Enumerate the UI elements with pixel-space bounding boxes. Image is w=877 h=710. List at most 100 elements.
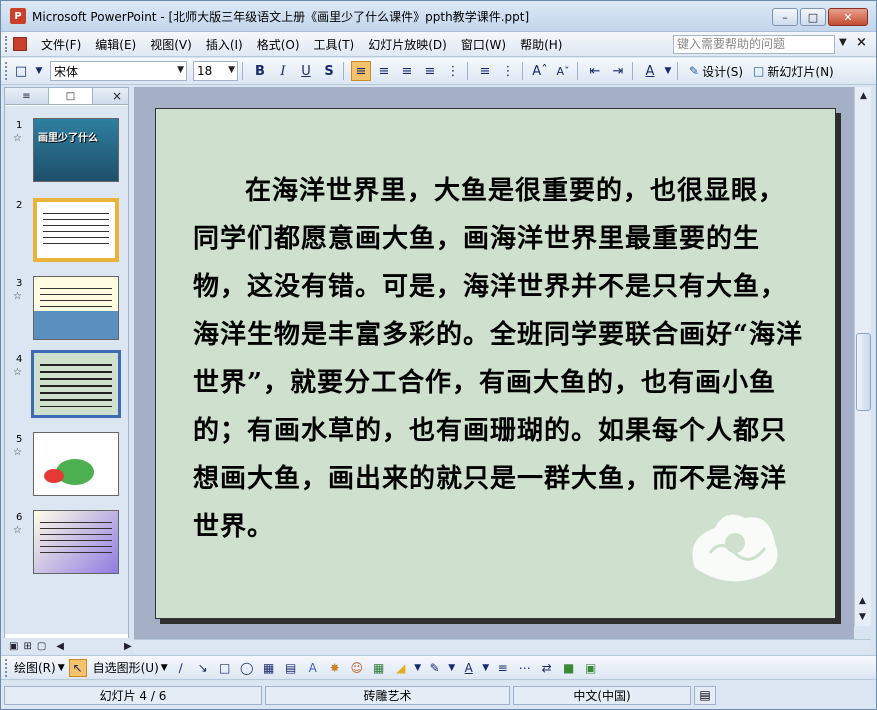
- toolbar-separator: [242, 62, 243, 80]
- document-icon[interactable]: [13, 37, 27, 51]
- menu-window[interactable]: 窗口(W): [461, 36, 506, 53]
- menu-help[interactable]: 帮助(H): [520, 36, 562, 53]
- preview-text-lines: [43, 208, 109, 244]
- rectangle-icon[interactable]: □: [216, 659, 234, 677]
- powerpoint-app-icon[interactable]: P: [10, 8, 26, 24]
- menu-view[interactable]: 视图(V): [150, 36, 192, 53]
- help-search-input[interactable]: 键入需要帮助的问题: [673, 35, 835, 54]
- slide-thumbnail-6[interactable]: 6 ☆: [5, 506, 128, 576]
- draw-menu-button[interactable]: 绘图(R) ▼: [14, 659, 65, 676]
- font-size-select[interactable]: 18 ▼: [193, 61, 238, 81]
- transition-star-icon: ☆: [13, 447, 22, 458]
- toolbar-grip[interactable]: [5, 658, 8, 677]
- align-right-icon[interactable]: ≡: [397, 61, 417, 81]
- tab-slides[interactable]: □: [49, 88, 93, 104]
- justify-icon[interactable]: ≡: [420, 61, 440, 81]
- font-name-select[interactable]: 宋体 ▼: [50, 61, 187, 81]
- transition-star-icon: ☆: [13, 525, 22, 536]
- scroll-right-icon[interactable]: ▶: [124, 641, 132, 652]
- draw-label: 绘图(R): [14, 661, 56, 675]
- menu-format[interactable]: 格式(O): [257, 36, 300, 53]
- line-color-dropdown-icon[interactable]: ▼: [448, 659, 456, 677]
- font-color-dropdown-icon[interactable]: ▼: [663, 61, 673, 81]
- spelling-status-icon[interactable]: ▤: [694, 685, 716, 705]
- decrease-indent-icon[interactable]: ⇤: [585, 61, 605, 81]
- slide-thumbnail-2[interactable]: 2: [5, 194, 128, 264]
- menu-edit[interactable]: 编辑(E): [95, 36, 136, 53]
- close-button[interactable]: ✕: [828, 8, 868, 26]
- bullets-icon[interactable]: ⋮: [498, 61, 518, 81]
- menu-grip[interactable]: [5, 36, 9, 52]
- normal-view-icon[interactable]: ▣: [9, 641, 18, 652]
- select-objects-icon[interactable]: ↖: [68, 658, 87, 677]
- font-color-icon[interactable]: A: [460, 659, 478, 677]
- help-dropdown-icon[interactable]: ▼: [839, 37, 847, 48]
- increase-font-icon[interactable]: Aˆ: [530, 61, 550, 81]
- shadow-button[interactable]: S: [319, 61, 339, 81]
- line-color-icon[interactable]: ✎: [426, 659, 444, 677]
- panel-close-icon[interactable]: ×: [112, 89, 122, 103]
- distributed-icon[interactable]: ⋮: [443, 61, 463, 81]
- status-language: 中文(中国): [513, 685, 691, 705]
- wordart-icon[interactable]: A: [304, 659, 322, 677]
- align-left-icon[interactable]: ≡: [351, 61, 371, 81]
- underline-button[interactable]: U: [296, 61, 316, 81]
- menu-tools[interactable]: 工具(T): [314, 36, 355, 53]
- current-slide[interactable]: 在海洋世界里，大鱼是很重要的，也很显眼，同学们都愿意画大鱼，画海洋世界里最重要的…: [155, 108, 836, 619]
- autoshapes-button[interactable]: 自选图形(U) ▼: [93, 659, 168, 676]
- arrow-icon[interactable]: ↘: [194, 659, 212, 677]
- 3d-style-icon[interactable]: ▣: [582, 659, 600, 677]
- slide-sorter-icon[interactable]: ⊞: [23, 641, 31, 652]
- slide-thumbnail-1[interactable]: 1 ☆ 画里少了什么: [5, 114, 128, 184]
- menu-insert[interactable]: 插入(I): [206, 36, 243, 53]
- vertical-textbox-icon[interactable]: ▤: [282, 659, 300, 677]
- menu-file[interactable]: 文件(F): [41, 36, 81, 53]
- notes-pane[interactable]: [134, 639, 871, 654]
- close-document-icon[interactable]: ×: [856, 35, 867, 50]
- font-size-value: 18: [197, 64, 213, 78]
- design-button[interactable]: ✎ 设计(S): [686, 61, 746, 81]
- shadow-style-icon[interactable]: ■: [560, 659, 578, 677]
- align-center-icon[interactable]: ≡: [374, 61, 394, 81]
- increase-indent-icon[interactable]: ⇥: [608, 61, 628, 81]
- diagram-icon[interactable]: ✸: [326, 659, 344, 677]
- scrollbar-thumb[interactable]: [856, 333, 871, 411]
- minimize-button[interactable]: –: [772, 8, 798, 26]
- menu-slideshow[interactable]: 幻灯片放映(D): [368, 36, 447, 53]
- toolbar-grip[interactable]: [5, 62, 8, 80]
- slide-thumbnail-5[interactable]: 5 ☆: [5, 428, 128, 498]
- tab-outline[interactable]: ≡: [5, 88, 49, 104]
- italic-button[interactable]: I: [273, 61, 293, 81]
- font-color-dropdown-icon[interactable]: ▼: [482, 659, 490, 677]
- slide-thumbnail-4[interactable]: 4 ☆: [5, 348, 128, 418]
- next-slide-icon[interactable]: ▼: [859, 612, 866, 622]
- picture-icon[interactable]: ▦: [370, 659, 388, 677]
- slide-body-text[interactable]: 在海洋世界里，大鱼是很重要的，也很显眼，同学们都愿意画大鱼，画海洋世界里最重要的…: [193, 167, 803, 551]
- slide-thumbnail-3[interactable]: 3 ☆: [5, 272, 128, 342]
- fill-color-dropdown-icon[interactable]: ▼: [414, 659, 422, 677]
- line-icon[interactable]: ∕: [172, 659, 190, 677]
- vertical-scrollbar[interactable]: ▲: [854, 87, 871, 626]
- clipart-icon[interactable]: ☺: [348, 659, 366, 677]
- transition-star-icon: ☆: [13, 367, 22, 378]
- slide-editing-area: 在海洋世界里，大鱼是很重要的，也很显眼，同学们都愿意画大鱼，画海洋世界里最重要的…: [134, 87, 854, 639]
- fill-color-icon[interactable]: ◢: [392, 659, 410, 677]
- slideshow-view-icon[interactable]: ▢: [37, 641, 46, 652]
- toolbar-options-icon[interactable]: ▼: [34, 61, 44, 81]
- line-style-icon[interactable]: ≡: [494, 659, 512, 677]
- slide-thumbnail-panel: ≡ □ × 1 ☆ 画里少了什么 2 3 ☆ 4 ☆ 5 ☆ 6 ☆: [4, 87, 129, 654]
- arrow-style-icon[interactable]: ⇄: [538, 659, 556, 677]
- new-slide-button[interactable]: □ 新幻灯片(N): [750, 61, 837, 81]
- dash-style-icon[interactable]: ⋯: [516, 659, 534, 677]
- new-document-icon[interactable]: □: [11, 61, 31, 81]
- textbox-icon[interactable]: ▦: [260, 659, 278, 677]
- font-color-icon[interactable]: A: [640, 61, 660, 81]
- bold-button[interactable]: B: [250, 61, 270, 81]
- oval-icon[interactable]: ◯: [238, 659, 256, 677]
- decrease-font-icon[interactable]: Aˇ: [553, 61, 573, 81]
- previous-slide-icon[interactable]: ▲: [859, 596, 866, 606]
- scroll-up-icon[interactable]: ▲: [855, 87, 872, 104]
- maximize-button[interactable]: □: [800, 8, 826, 26]
- numbering-icon[interactable]: ≡: [475, 61, 495, 81]
- scroll-left-icon[interactable]: ◀: [56, 641, 64, 652]
